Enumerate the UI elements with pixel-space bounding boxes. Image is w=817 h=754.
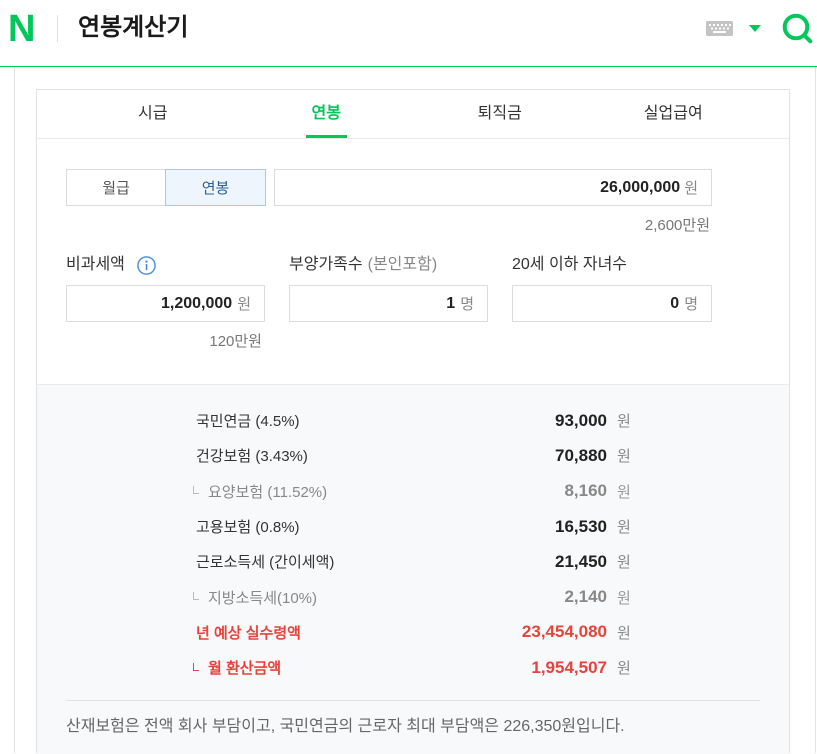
sub-item-marker [193,592,199,601]
tab-annual-salary[interactable]: 연봉 [240,90,414,138]
tab-hourly[interactable]: 시급 [66,90,240,138]
deduction-results-list: 국민연금 (4.5%) 93,000 원 건강보험 (3.43%) 70,880… [193,403,632,685]
caret-down-icon[interactable] [749,25,761,33]
currency-unit: 원 [617,624,631,642]
dependents-label: 부양가족수 [289,256,363,273]
top-header: N 연봉계산기 [0,0,817,67]
naver-logo[interactable]: N [8,10,35,48]
income-tax-label: 근로소득세 (간이세액) [196,554,335,572]
salary-calculator-card: 시급 연봉 퇴직금 실업급여 월급 연봉 원 2,600만원 비과세액 [36,89,790,754]
result-row-income-tax: 근로소득세 (간이세액) 21,450 원 [196,544,632,579]
dependents-note: (본인포함) [367,256,438,273]
info-icon[interactable] [137,255,156,275]
salary-field: 원 [274,169,712,206]
children-field: 명 [512,285,712,322]
salary-input[interactable] [285,178,681,197]
result-row-local-income-tax: 지방소득세(10%) 2,140 원 [193,579,632,614]
dependents-label-row: 부양가족수 (본인포함) [289,255,488,275]
result-label-wrap: 월 환산금액 [193,657,531,678]
non-taxable-label-row: 비과세액 [66,255,265,275]
dependents-field: 명 [289,285,488,322]
long-term-care-label: 요양보험 (11.52%) [208,483,328,501]
children-label: 20세 이하 자녀수 [512,256,628,273]
monthly-net-pay-amount: 1,954,507 [531,657,607,677]
children-label-row: 20세 이하 자녀수 [512,255,712,275]
sub-item-marker [193,486,199,495]
keyboard-icon[interactable] [706,21,733,36]
tab-label: 퇴직금 [477,105,522,122]
national-pension-amount: 93,000 [555,410,607,430]
salary-korean-amount: 2,600만원 [644,217,710,234]
non-taxable-field: 원 [66,285,265,322]
non-taxable-unit: 원 [237,296,251,313]
currency-unit: 원 [617,483,631,501]
insurance-footnote: 산재보험은 전액 회사 부담이고, 국민연금의 근로자 최대 부담액은 226,… [66,718,625,735]
dependents-unit: 명 [460,296,474,313]
result-label-wrap: 근로소득세 (간이세액) [196,551,555,572]
header-divider [57,15,58,42]
children-input[interactable] [523,294,680,313]
result-label-wrap: 건강보험 (3.43%) [196,445,555,466]
children-field-group: 20세 이하 자녀수 명 [512,255,712,322]
annual-pay-button[interactable]: 연봉 [165,169,266,206]
result-label-wrap: 국민연금 (4.5%) [196,410,555,431]
long-term-care-amount: 8,160 [564,481,607,501]
non-taxable-korean-amount: 120만원 [209,333,262,350]
result-row-national-pension: 국민연금 (4.5%) 93,000 원 [196,403,632,438]
currency-unit: 원 [617,413,631,431]
annual-net-pay-amount: 23,454,080 [521,622,607,642]
currency-unit: 원 [617,660,631,678]
non-taxable-label: 비과세액 [66,256,125,273]
results-section: 국민연금 (4.5%) 93,000 원 건강보험 (3.43%) 70,880… [37,384,789,754]
local-income-tax-label: 지방소득세(10%) [208,589,318,607]
result-label-wrap: 지방소득세(10%) [193,587,564,608]
tab-label: 실업급여 [643,105,703,122]
currency-unit: 원 [617,519,631,537]
result-row-annual-net-pay: 년 예상 실수령액 23,454,080 원 [196,615,632,650]
result-label-wrap: 년 예상 실수령액 [196,622,522,643]
pay-type-toggle: 월급 연봉 [66,169,266,206]
children-unit: 명 [684,296,698,313]
national-pension-label: 국민연금 (4.5%) [196,413,300,431]
employment-insurance-label: 고용보험 (0.8%) [196,519,300,537]
currency-unit: 원 [617,589,631,607]
monthly-net-pay-label: 월 환산금액 [208,660,282,678]
monthly-pay-button[interactable]: 월급 [66,169,166,206]
annual-net-pay-label: 년 예상 실수령액 [196,624,301,642]
sub-item-marker [193,662,199,671]
tab-unemployment-benefit[interactable]: 실업급여 [587,90,761,138]
result-label-wrap: 요양보험 (11.52%) [193,481,564,502]
tab-severance[interactable]: 퇴직금 [413,90,587,138]
local-income-tax-amount: 2,140 [564,587,607,607]
health-insurance-label: 건강보험 (3.43%) [196,448,308,466]
currency-unit: 원 [617,554,631,572]
salary-unit: 원 [684,180,698,197]
dependents-input[interactable] [300,294,456,313]
result-label-wrap: 고용보험 (0.8%) [196,516,555,537]
tab-label: 연봉 [305,90,347,138]
page-title: 연봉계산기 [78,14,189,41]
search-icon[interactable] [782,13,813,44]
currency-unit: 원 [617,448,631,466]
result-row-long-term-care: 요양보험 (11.52%) 8,160 원 [193,474,632,509]
non-taxable-field-group: 비과세액 원 120만원 [66,255,265,351]
results-divider [66,700,760,701]
dependents-field-group: 부양가족수 (본인포함) 명 [289,255,488,322]
tab-label: 시급 [138,105,168,122]
employment-insurance-amount: 16,530 [555,516,607,536]
health-insurance-amount: 70,880 [555,445,607,465]
calculator-tabs: 시급 연봉 퇴직금 실업급여 [37,90,789,139]
result-row-health-insurance: 건강보험 (3.43%) 70,880 원 [196,438,632,473]
result-row-employment-insurance: 고용보험 (0.8%) 16,530 원 [196,509,632,544]
non-taxable-input[interactable] [77,294,233,313]
income-tax-amount: 21,450 [555,551,607,571]
result-row-monthly-net-pay: 월 환산금액 1,954,507 원 [193,650,632,685]
